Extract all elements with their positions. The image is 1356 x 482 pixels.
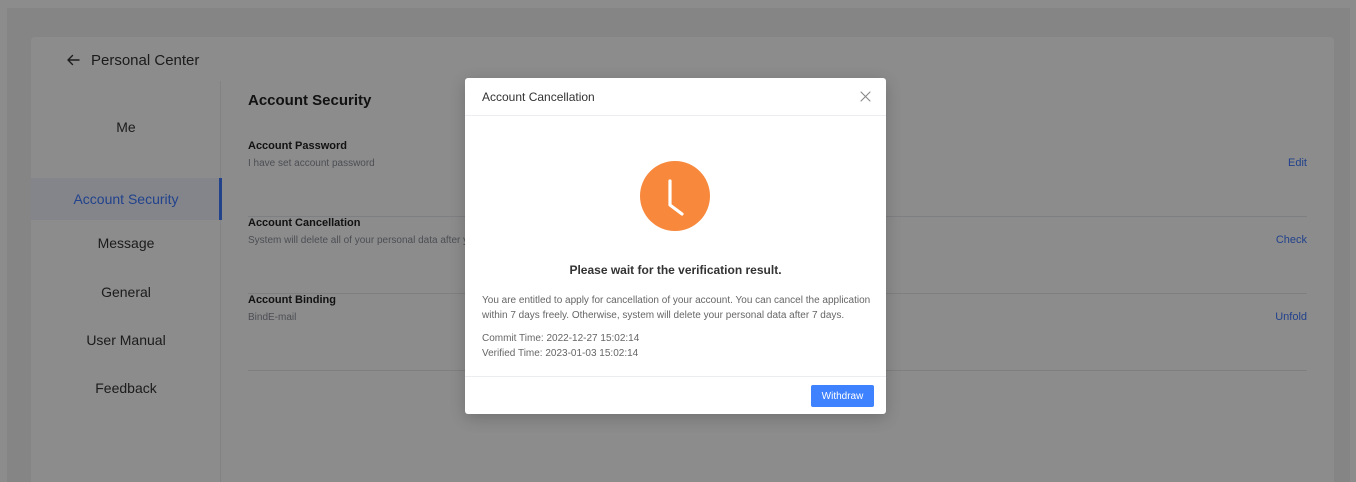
clock-icon [640,161,710,231]
dialog-footer: Withdraw [465,376,886,414]
clock-hands [668,179,684,216]
withdraw-button[interactable]: Withdraw [811,385,874,407]
close-icon[interactable] [859,90,872,103]
commit-time: Commit Time: 2022-12-27 15:02:14 [482,333,640,344]
status-message: Please wait for the verification result. [569,263,782,277]
cancellation-description: You are entitled to apply for cancellati… [482,295,871,321]
account-cancellation-dialog: Account Cancellation Please wait for the… [465,78,886,414]
verified-time: Verified Time: 2023-01-03 15:02:14 [482,348,639,359]
dialog-title: Account Cancellation [482,90,595,104]
dialog-header: Account Cancellation [465,78,886,116]
